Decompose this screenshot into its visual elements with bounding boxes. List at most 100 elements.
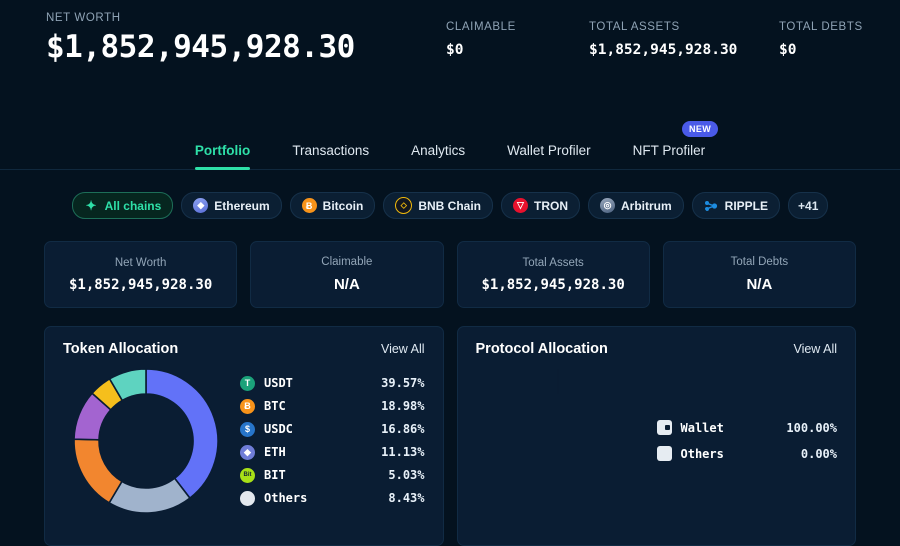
legend-percentage: 100.00%: [786, 420, 837, 435]
stat-card-label: Net Worth: [114, 256, 167, 269]
others-icon: [656, 446, 672, 461]
panel-title: Token Allocation: [63, 341, 179, 357]
usdc-token-icon: $: [240, 421, 255, 437]
chain-chip-label: +41: [798, 198, 819, 213]
all-chains-icon: ✦: [85, 198, 97, 213]
stat-card-value: N/A: [746, 276, 773, 293]
donut-segment-usdc[interactable]: [72, 437, 123, 504]
stat-card-value: $1,852,945,928.30: [68, 276, 213, 293]
legend-row: Bit BIT 5.03%: [240, 467, 425, 483]
tab-nft-profiler[interactable]: NEW NFT Profiler: [612, 121, 727, 169]
protocol-allocation-legend: Wallet 100.00% Others 0.00%: [641, 420, 837, 461]
main-navigation: Portfolio Transactions Analytics Wallet …: [0, 121, 900, 170]
arbitrum-icon: ◎: [600, 198, 615, 213]
token-allocation-body: T USDT 39.57% Ƀ BTC 18.98% $ USDC 16.86% ◆ ETH 11.1…: [63, 363, 425, 518]
protocol-allocation-donut-chart: [557, 368, 559, 394]
chain-chip-label: RIPPLE: [724, 198, 769, 213]
legend-label: Others: [680, 446, 724, 461]
legend-row: ◆ ETH 11.13%: [240, 444, 425, 460]
donut-segment-usdt[interactable]: [144, 367, 219, 499]
chain-chip-bitcoin[interactable]: Ƀ Bitcoin: [289, 192, 376, 219]
chain-chip-arbitrum[interactable]: ◎ Arbitrum: [588, 192, 684, 219]
legend-percentage: 5.03%: [388, 468, 425, 482]
bit-token-icon: Bit: [240, 467, 255, 483]
legend-percentage: 8.43%: [388, 491, 425, 505]
header-stat-claimable: CLAIMABLE $0: [446, 12, 589, 58]
stat-card-net-worth: Net Worth $1,852,945,928.30: [44, 241, 238, 308]
token-allocation-legend: T USDT 39.57% Ƀ BTC 18.98% $ USDC 16.86% ◆ ETH 11.1…: [228, 375, 425, 506]
ethereum-icon: ◆: [193, 198, 209, 213]
legend-row: T USDT 39.57%: [240, 375, 425, 391]
header-stat-label: TOTAL DEBTS: [779, 21, 863, 33]
stat-card-value: $1,852,945,928.30: [481, 276, 625, 293]
ripple-glyph: [705, 200, 718, 211]
legend-label: Wallet: [680, 420, 724, 435]
tab-label: Analytics: [411, 143, 466, 158]
usdt-token-icon: T: [240, 375, 255, 391]
portfolio-content: ✦ All chains ◆ Ethereum Ƀ Bitcoin ⬦ BNB …: [0, 170, 900, 546]
legend-label: ETH: [264, 445, 286, 459]
chain-chip-ripple[interactable]: RIPPLE: [691, 192, 781, 219]
header-stat-total-debts: TOTAL DEBTS $0: [779, 12, 899, 58]
chain-chip-bnb-chain[interactable]: ⬦ BNB Chain: [383, 192, 493, 219]
stat-card-label: Total Debts: [730, 256, 789, 268]
legend-row: Wallet 100.00%: [656, 420, 837, 435]
chain-chip-label: TRON: [534, 198, 568, 213]
net-worth-label: NET WORTH: [46, 12, 121, 24]
bitcoin-icon: Ƀ: [301, 198, 317, 213]
stat-card-claimable: Claimable N/A: [250, 241, 444, 308]
tab-transactions[interactable]: Transactions: [271, 143, 390, 169]
btc-token-icon: Ƀ: [240, 398, 255, 414]
chain-chip-all-chains[interactable]: ✦ All chains: [71, 192, 174, 219]
header-stat-value: $0: [779, 42, 797, 58]
protocol-allocation-panel: Protocol Allocation View All Wallet 100.0…: [456, 326, 856, 546]
chain-chip-tron[interactable]: ▽ TRON: [501, 192, 580, 219]
protocol-allocation-view-all-link[interactable]: View All: [793, 342, 837, 356]
chain-chip-more[interactable]: +41: [788, 192, 829, 219]
stat-card-label: Claimable: [321, 256, 373, 268]
net-worth-value: $1,852,945,928.30: [46, 29, 355, 65]
wallet-icon: [656, 420, 672, 435]
header-stat-value: $1,852,945,928.30: [589, 42, 738, 58]
legend-percentage: 16.86%: [381, 422, 425, 436]
bnb-chain-icon: ⬦: [395, 197, 413, 214]
token-allocation-view-all-link[interactable]: View All: [381, 342, 425, 356]
stat-card-label: Total Assets: [522, 256, 584, 269]
protocol-allocation-body: Wallet 100.00% Others 0.00%: [476, 363, 837, 518]
tab-list: Portfolio Transactions Analytics Wallet …: [0, 121, 900, 170]
stat-card-total-assets: Total Assets $1,852,945,928.30: [456, 241, 650, 308]
stat-card-value: N/A: [333, 276, 360, 293]
protocol-allocation-header: Protocol Allocation View All: [476, 341, 838, 357]
others-token-icon: [240, 490, 255, 506]
legend-label: Others: [264, 491, 308, 505]
tab-label: Wallet Profiler: [507, 143, 591, 158]
net-worth-block: NET WORTH $1,852,945,928.30: [46, 12, 446, 64]
tron-icon: ▽: [513, 198, 528, 213]
tab-portfolio[interactable]: Portfolio: [174, 143, 272, 170]
top-header: NET WORTH $1,852,945,928.30 CLAIMABLE $0…: [0, 0, 900, 122]
summary-stat-cards: Net Worth $1,852,945,928.30 Claimable N/…: [0, 219, 900, 308]
header-stats-row: NET WORTH $1,852,945,928.30 CLAIMABLE $0…: [0, 12, 900, 64]
legend-label: USDC: [264, 422, 293, 436]
tab-label: Portfolio: [194, 143, 251, 158]
chain-chip-label: BNB Chain: [418, 198, 481, 213]
chain-chip-label: Ethereum: [214, 198, 270, 213]
legend-percentage: 39.57%: [381, 376, 425, 390]
legend-percentage: 11.13%: [381, 445, 425, 459]
legend-label: BTC: [264, 399, 286, 413]
panel-title: Protocol Allocation: [475, 341, 608, 357]
chain-chip-ethereum[interactable]: ◆ Ethereum: [181, 192, 282, 219]
tab-analytics[interactable]: Analytics: [390, 143, 486, 169]
chain-chip-label: Bitcoin: [322, 198, 364, 213]
chain-chip-label: Arbitrum: [621, 198, 672, 213]
legend-row: Ƀ BTC 18.98%: [240, 398, 425, 414]
chain-filter-bar: ✦ All chains ◆ Ethereum Ƀ Bitcoin ⬦ BNB …: [0, 192, 900, 219]
tab-wallet-profiler[interactable]: Wallet Profiler: [486, 143, 612, 169]
header-stat-total-assets: TOTAL ASSETS $1,852,945,928.30: [589, 12, 779, 58]
allocation-panels: Token Allocation View All T USDT 39.57% Ƀ BT…: [0, 308, 900, 546]
token-allocation-panel: Token Allocation View All T USDT 39.57% Ƀ BT…: [44, 326, 444, 546]
legend-percentage: 0.00%: [800, 446, 837, 461]
legend-label: USDT: [264, 376, 293, 390]
tab-label: NFT Profiler: [632, 143, 706, 158]
legend-row: Others 0.00%: [656, 446, 837, 461]
